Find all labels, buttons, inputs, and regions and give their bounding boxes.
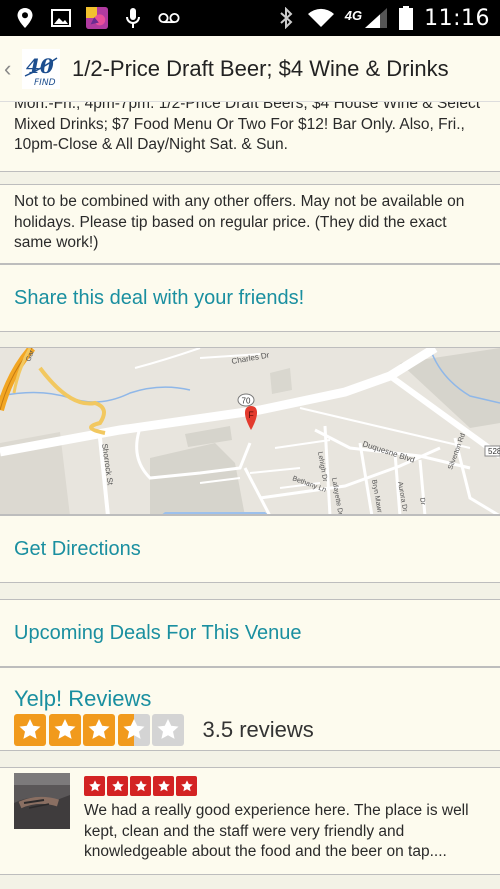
deal-title: 1/2-Price Draft Beer; $4 Wine & Drinks	[72, 55, 449, 81]
upcoming-deals-label: Upcoming Deals For This Venue	[14, 621, 302, 644]
mic-icon	[122, 7, 144, 29]
get-directions-label: Get Directions	[14, 537, 141, 560]
app-logo[interactable]: 40 FIND	[20, 48, 62, 90]
status-bar: 4G 11:16	[0, 0, 500, 36]
review-star-icon	[130, 776, 151, 796]
clock-time: 11:16	[424, 5, 490, 31]
share-deal-label: Share this deal with your friends!	[14, 286, 305, 309]
deal-description-card: Mon.-Fri., 4pm-7pm. 1/2-Price Draft Beer…	[0, 102, 500, 172]
rating-star-icon	[48, 714, 81, 746]
image-icon	[50, 7, 72, 29]
review-rating-stars	[84, 776, 199, 796]
notification-icons	[14, 4, 180, 32]
deal-terms: Not to be combined with any other offers…	[14, 193, 465, 251]
route-70-label: 70	[242, 397, 251, 406]
share-deal-button[interactable]: Share this deal with your friends!	[0, 264, 500, 332]
yelp-reviews-title: Yelp! Reviews	[14, 686, 152, 711]
network-type-label: 4G	[344, 7, 363, 23]
review-excerpt: We had a really good experience here. Th…	[84, 802, 469, 860]
rating-star-icon	[152, 714, 184, 746]
bluetooth-icon	[275, 7, 297, 29]
reviewer-avatar	[14, 773, 70, 829]
location-icon	[14, 7, 36, 29]
yelp-reviews-card[interactable]: Yelp! Reviews 3.5 reviews	[0, 667, 500, 751]
review-star-icon	[84, 776, 105, 796]
review-star-icon	[153, 776, 174, 796]
rating-star-icon	[14, 714, 46, 746]
back-chevron-icon[interactable]: ‹	[4, 57, 18, 80]
get-directions-button[interactable]: Get Directions	[0, 515, 500, 583]
yelp-rating-stars	[14, 714, 187, 746]
system-icons: 4G 11:16	[275, 4, 490, 32]
rating-star-icon	[83, 714, 115, 746]
action-bar: ‹ 40 FIND 1/2-Price Draft Beer; $4 Wine …	[0, 36, 500, 102]
battery-icon	[398, 6, 414, 30]
deal-detail-content[interactable]: Mon.-Fri., 4pm-7pm. 1/2-Price Draft Beer…	[0, 102, 500, 889]
venue-map[interactable]: 70 528 F Charles Dr Duquesne Blvd Shorro…	[0, 347, 500, 515]
wifi-icon	[307, 7, 335, 29]
review-item[interactable]: We had a really good experience here. Th…	[0, 767, 500, 875]
rating-star-icon	[117, 714, 150, 746]
review-star-icon	[107, 776, 128, 796]
svg-text:FIND: FIND	[34, 78, 56, 88]
deal-terms-card: Not to be combined with any other offers…	[0, 184, 500, 264]
yelp-rating: 3.5 reviews	[14, 714, 314, 746]
pin-label: F	[248, 410, 254, 420]
deal-description: Mon.-Fri., 4pm-7pm. 1/2-Price Draft Beer…	[14, 102, 481, 153]
yelp-rating-text: 3.5 reviews	[202, 717, 314, 742]
review-star-icon	[176, 776, 197, 796]
voicemail-icon	[158, 7, 180, 29]
app-icon	[86, 7, 108, 29]
upcoming-deals-button[interactable]: Upcoming Deals For This Venue	[0, 599, 500, 667]
route-528-label: 528	[488, 447, 500, 456]
signal-icon	[364, 7, 388, 29]
